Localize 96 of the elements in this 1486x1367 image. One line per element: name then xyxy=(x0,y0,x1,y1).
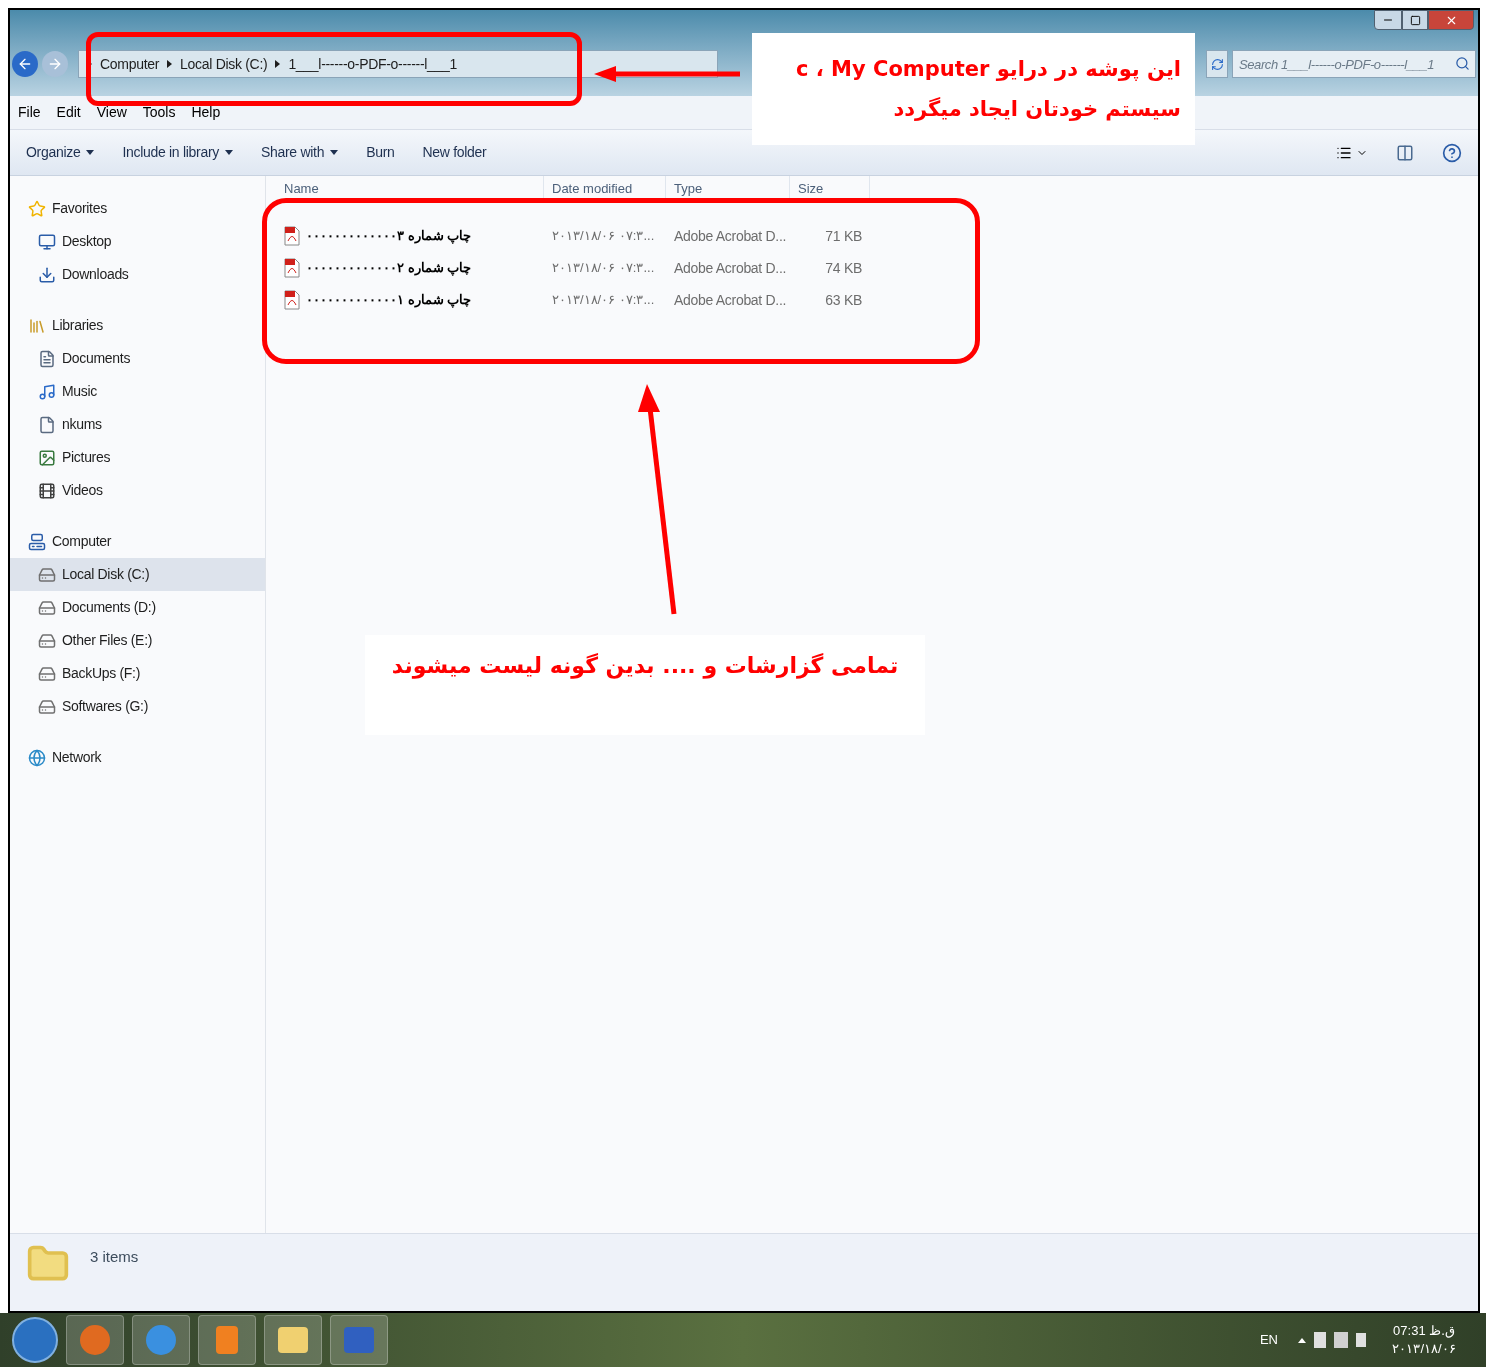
sidebar-item[interactable]: nkums xyxy=(10,408,265,441)
browser-icon[interactable] xyxy=(132,1315,190,1365)
breadcrumb[interactable]: Computer xyxy=(100,53,160,75)
menu-item[interactable]: Edit xyxy=(56,102,81,123)
sidebar-item[interactable]: Pictures xyxy=(10,441,265,474)
file-name[interactable]: چاپ شماره ۰۰۰۰۰۰۰۰۰۰۰۰۰۳ xyxy=(306,226,472,246)
sidebar-item[interactable]: Local Disk (C:) xyxy=(10,558,265,591)
picture-icon xyxy=(38,448,56,467)
search-icon xyxy=(1455,56,1470,71)
annotation-text: تمامی گزارشات و .... بدین گونه لیست میشوند xyxy=(391,652,899,681)
caret-icon xyxy=(86,150,95,155)
sidebar-item[interactable]: Softwares (G:) xyxy=(10,690,265,723)
annotation-text: این پوشه در درایو c ، My Computer xyxy=(796,56,1181,83)
maximize-icon xyxy=(1409,14,1421,26)
table-cell-text: Adobe Acrobat D... xyxy=(673,226,788,246)
file-name[interactable]: چاپ شماره ۰۰۰۰۰۰۰۰۰۰۰۰۰۲ xyxy=(306,258,472,278)
refresh-icon xyxy=(1210,57,1224,71)
sidebar-item[interactable]: Libraries xyxy=(10,309,265,342)
refresh-button[interactable] xyxy=(1206,50,1228,78)
sidebar-item[interactable]: Desktop xyxy=(10,225,265,258)
forward-button[interactable] xyxy=(42,51,68,77)
drive-icon xyxy=(38,598,56,617)
pdf-file-icon xyxy=(284,290,300,310)
music-note-icon xyxy=(38,382,56,401)
sidebar-item[interactable]: Computer xyxy=(10,525,265,558)
download-icon xyxy=(38,265,56,284)
toolbar-button[interactable]: Burn xyxy=(366,142,395,163)
sidebar-item[interactable]: Favorites xyxy=(10,192,265,225)
menu-item[interactable]: File xyxy=(18,102,41,123)
column-header[interactable]: Type xyxy=(666,176,790,200)
monitor-icon xyxy=(38,232,56,251)
help-button[interactable] xyxy=(1442,142,1462,163)
back-button[interactable] xyxy=(12,51,38,77)
drive-icon xyxy=(38,664,56,683)
table-cell-text: Adobe Acrobat D... xyxy=(673,290,788,310)
breadcrumb[interactable]: Local Disk (C:) xyxy=(180,53,268,75)
drive-icon xyxy=(38,565,56,584)
sidebar-item[interactable]: Documents xyxy=(10,342,265,375)
table-cell-text: ۲۰۱۳/۱۸/۰۶ ۰۷:۳... xyxy=(551,291,656,310)
clock[interactable]: 07:31 ق.ظ ۲۰۱۳/۱۸/۰۶ xyxy=(1374,1322,1474,1358)
star-icon xyxy=(28,199,46,218)
sidebar-item[interactable]: Downloads xyxy=(10,258,265,291)
table-cell-text: ۲۰۱۳/۱۸/۰۶ ۰۷:۳... xyxy=(551,259,656,278)
column-header[interactable]: Size xyxy=(790,176,870,200)
table-cell-text: Adobe Acrobat D... xyxy=(673,258,788,278)
column-header[interactable]: Date modified xyxy=(544,176,666,200)
column-header[interactable]: Name xyxy=(276,176,544,200)
folder-icon[interactable] xyxy=(264,1315,322,1365)
toolbar-button[interactable]: New folder xyxy=(422,142,487,163)
sidebar-item[interactable]: Videos xyxy=(10,474,265,507)
menu-item[interactable]: Help xyxy=(191,102,221,123)
table-cell-text: 63 KB xyxy=(824,290,863,310)
sidebar-item[interactable]: Music xyxy=(10,375,265,408)
breadcrumb[interactable]: 1___l------o-PDF-o------l___1 xyxy=(288,53,458,75)
sidebar-item[interactable]: Network xyxy=(10,741,265,774)
menu-item[interactable]: Tools xyxy=(142,102,176,123)
table-cell-text: 74 KB xyxy=(824,258,863,278)
media-player-icon[interactable] xyxy=(198,1315,256,1365)
toolbar-button[interactable]: Include in library xyxy=(122,142,233,163)
preview-pane-button[interactable] xyxy=(1396,143,1414,162)
pane-icon xyxy=(1396,143,1414,162)
search-field[interactable]: Search 1___l------o-PDF-o------l___1 xyxy=(1232,50,1476,78)
breadcrumb-arrow-icon xyxy=(167,60,173,68)
toolbar-button[interactable]: Organize xyxy=(26,142,95,163)
library-icon xyxy=(28,316,46,335)
pdf-file-icon xyxy=(284,226,300,246)
annotation-text: سیستم خودتان ایجاد میگردد xyxy=(893,96,1181,123)
table-cell-text: 71 KB xyxy=(824,226,863,246)
sidebar-item[interactable]: BackUps (F:) xyxy=(10,657,265,690)
tray-arrow-icon[interactable] xyxy=(1298,1337,1306,1343)
computer-icon xyxy=(28,532,46,551)
item-count: 3 items xyxy=(90,1247,139,1267)
start-button[interactable] xyxy=(12,1317,58,1363)
pdf-file-icon xyxy=(284,258,300,278)
file-name[interactable]: چاپ شماره ۰۰۰۰۰۰۰۰۰۰۰۰۰۱ xyxy=(306,290,472,310)
globe-icon xyxy=(28,748,46,767)
table-cell-text: ۲۰۱۳/۱۸/۰۶ ۰۷:۳... xyxy=(551,227,656,246)
toolbar-button[interactable]: Share with xyxy=(260,142,339,163)
help-icon xyxy=(1442,142,1462,163)
sidebar-item[interactable]: Other Files (E:) xyxy=(10,624,265,657)
film-icon xyxy=(38,481,56,500)
caret-icon xyxy=(330,150,339,155)
browser-icon[interactable] xyxy=(66,1315,124,1365)
sidebar-item[interactable]: Documents (D:) xyxy=(10,591,265,624)
document-icon xyxy=(38,349,56,368)
breadcrumb-arrow-icon xyxy=(275,60,281,68)
drive-icon xyxy=(38,631,56,650)
forward-arrow-icon xyxy=(47,56,63,72)
computer-icon[interactable] xyxy=(330,1315,388,1365)
minimize-button[interactable] xyxy=(1374,10,1402,30)
maximize-button[interactable] xyxy=(1402,10,1428,30)
language-indicator[interactable]: EN xyxy=(1259,1330,1278,1350)
drive-icon xyxy=(38,697,56,716)
file-icon xyxy=(38,415,56,434)
menu-item[interactable]: View xyxy=(96,102,127,123)
caret-icon xyxy=(224,150,233,155)
